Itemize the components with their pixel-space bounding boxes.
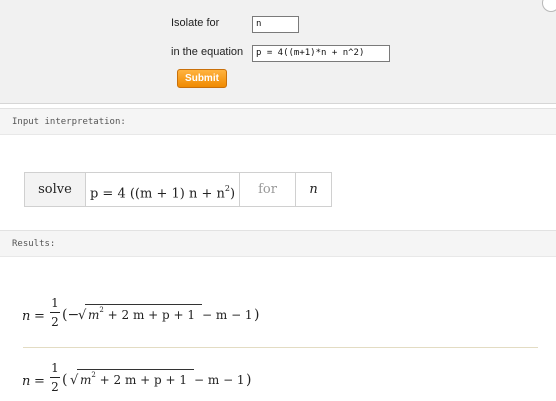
for-cell: for — [240, 173, 296, 206]
close-paren: ) — [246, 372, 252, 388]
radicand-exponent: 2 — [99, 306, 104, 314]
result-2: n = 1 2 ( √ m2 + 2 m + p + 1 − m − 1 ) — [22, 361, 282, 401]
radicand: m2 + 2 m + p + 1 — [80, 371, 188, 387]
equation-cell: p = 4 ((m + 1) n + n2) — [86, 173, 240, 206]
submit-button[interactable]: Submit — [177, 69, 227, 88]
results-divider — [23, 347, 538, 348]
radicand-m: m — [80, 373, 92, 387]
results-header: Results: — [0, 230, 556, 257]
open-paren: ( — [62, 372, 68, 388]
solve-cell: solve — [25, 173, 86, 206]
result-lhs: n — [22, 309, 31, 324]
fraction-denominator: 2 — [51, 315, 59, 329]
equation-label: in the equation — [171, 46, 244, 58]
fraction-bar — [50, 377, 60, 378]
radicand: m2 + 2 m + p + 1 — [88, 306, 196, 322]
equation-input[interactable]: p = 4((m+1)*n + n^2) — [252, 45, 390, 62]
variable-cell: n — [309, 182, 318, 197]
fraction-one-half: 1 2 — [50, 361, 60, 394]
equation-main: p = 4 ((m + 1) n + n — [89, 186, 225, 202]
equation-close: ) — [229, 186, 236, 202]
radicand-m: m — [88, 308, 100, 322]
equals-sign: = — [34, 309, 45, 324]
radicand-rest: + 2 m + p + 1 — [95, 373, 188, 387]
input-interpretation-table: solve p = 4 ((m + 1) n + n2) for n — [24, 172, 332, 207]
query-form: Isolate for n in the equation p = 4((m+1… — [0, 0, 556, 104]
input-interpretation-header: Input interpretation: — [0, 108, 556, 135]
radicand-rest: + 2 m + p + 1 — [103, 308, 196, 322]
fraction-bar — [50, 312, 60, 313]
corner-decoration — [542, 0, 556, 12]
sqrt-icon: √ — [78, 308, 87, 323]
radicand-exponent: 2 — [91, 371, 96, 379]
close-paren: ) — [254, 307, 260, 323]
isolate-variable-input[interactable]: n — [252, 16, 299, 33]
radical-bar — [77, 369, 194, 370]
isolate-label: Isolate for — [171, 17, 220, 29]
open-paren-minus: (− — [62, 307, 80, 323]
result-tail: − m − 1 — [202, 308, 253, 322]
result-lhs: n — [22, 374, 31, 389]
fraction-denominator: 2 — [51, 380, 59, 394]
equation-exponent: 2 — [224, 184, 230, 193]
equals-sign: = — [34, 374, 45, 389]
radical-bar — [85, 304, 202, 305]
sqrt-icon: √ — [70, 373, 79, 388]
result-1: n = 1 2 (− √ m2 + 2 m + p + 1 − m − 1 ) — [22, 296, 282, 336]
fraction-numerator: 1 — [51, 296, 59, 310]
fraction-one-half: 1 2 — [50, 296, 60, 329]
result-tail: − m − 1 — [194, 373, 245, 387]
fraction-numerator: 1 — [51, 361, 59, 375]
